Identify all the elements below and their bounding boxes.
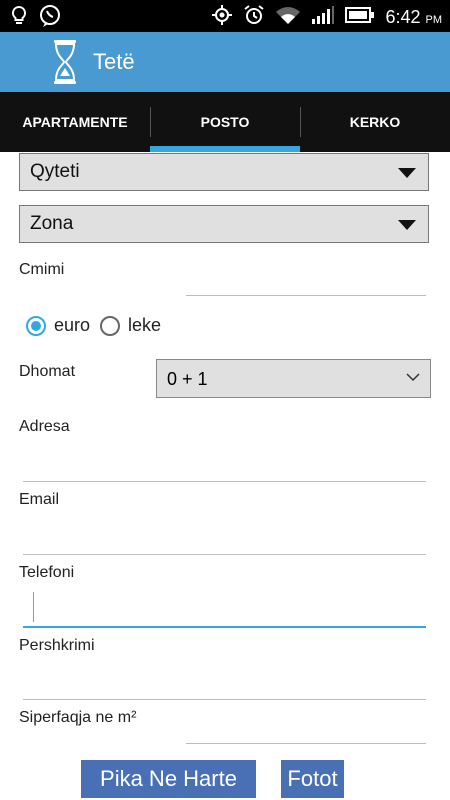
tab-kerko[interactable]: KERKO	[300, 92, 450, 152]
map-point-button[interactable]: Pika Ne Harte	[81, 760, 256, 798]
tab-bar: APARTAMENTE POSTO KERKO	[0, 92, 450, 152]
photos-button[interactable]: Fotot	[281, 760, 344, 798]
radio-euro[interactable]	[26, 315, 46, 336]
currency-radio-group: euro leke	[26, 315, 171, 336]
action-bar: Tetë	[0, 32, 450, 92]
radio-leke[interactable]	[100, 315, 121, 336]
battery-icon	[345, 6, 375, 29]
rooms-spinner-value: 0 + 1	[167, 369, 208, 389]
chevron-down-icon	[406, 369, 420, 387]
lightbulb-icon	[10, 5, 28, 32]
radio-euro-label[interactable]: euro	[54, 315, 90, 336]
description-label: Pershkrimi	[19, 637, 95, 654]
status-time: 6:42 PM	[385, 7, 442, 27]
area-input[interactable]	[186, 723, 426, 744]
viber-icon	[38, 4, 62, 33]
dropdown-arrow-icon	[398, 168, 416, 178]
zone-dropdown[interactable]: Zona	[19, 205, 429, 243]
area-label: Siperfaqja ne m²	[19, 709, 137, 726]
rooms-spinner[interactable]: 0 + 1	[156, 359, 431, 398]
dropdown-arrow-icon	[398, 220, 416, 230]
rooms-label: Dhomat	[19, 363, 76, 380]
phone-label: Telefoni	[19, 564, 75, 581]
description-input[interactable]	[23, 679, 426, 700]
signal-icon	[311, 5, 335, 30]
price-input[interactable]	[186, 275, 426, 296]
city-dropdown-value: Qyteti	[30, 161, 80, 182]
gps-icon	[211, 4, 233, 31]
zone-dropdown-value: Zona	[30, 213, 74, 234]
address-input[interactable]	[23, 461, 426, 482]
app-title: Tetë	[93, 49, 135, 74]
status-bar: 6:42 PM	[0, 0, 450, 32]
price-label: Cmimi	[19, 261, 65, 278]
tab-apartamente[interactable]: APARTAMENTE	[0, 92, 150, 152]
radio-leke-label[interactable]: leke	[128, 315, 161, 336]
tab-posto[interactable]: POSTO	[150, 92, 300, 152]
address-label: Adresa	[19, 418, 70, 435]
phone-input[interactable]	[23, 592, 426, 628]
alarm-icon	[243, 4, 265, 31]
email-field[interactable]	[23, 534, 426, 555]
hourglass-icon	[52, 38, 78, 86]
text-cursor	[33, 592, 34, 622]
email-label: Email	[19, 491, 60, 508]
city-dropdown[interactable]: Qyteti	[19, 153, 429, 191]
wifi-icon	[275, 5, 301, 30]
